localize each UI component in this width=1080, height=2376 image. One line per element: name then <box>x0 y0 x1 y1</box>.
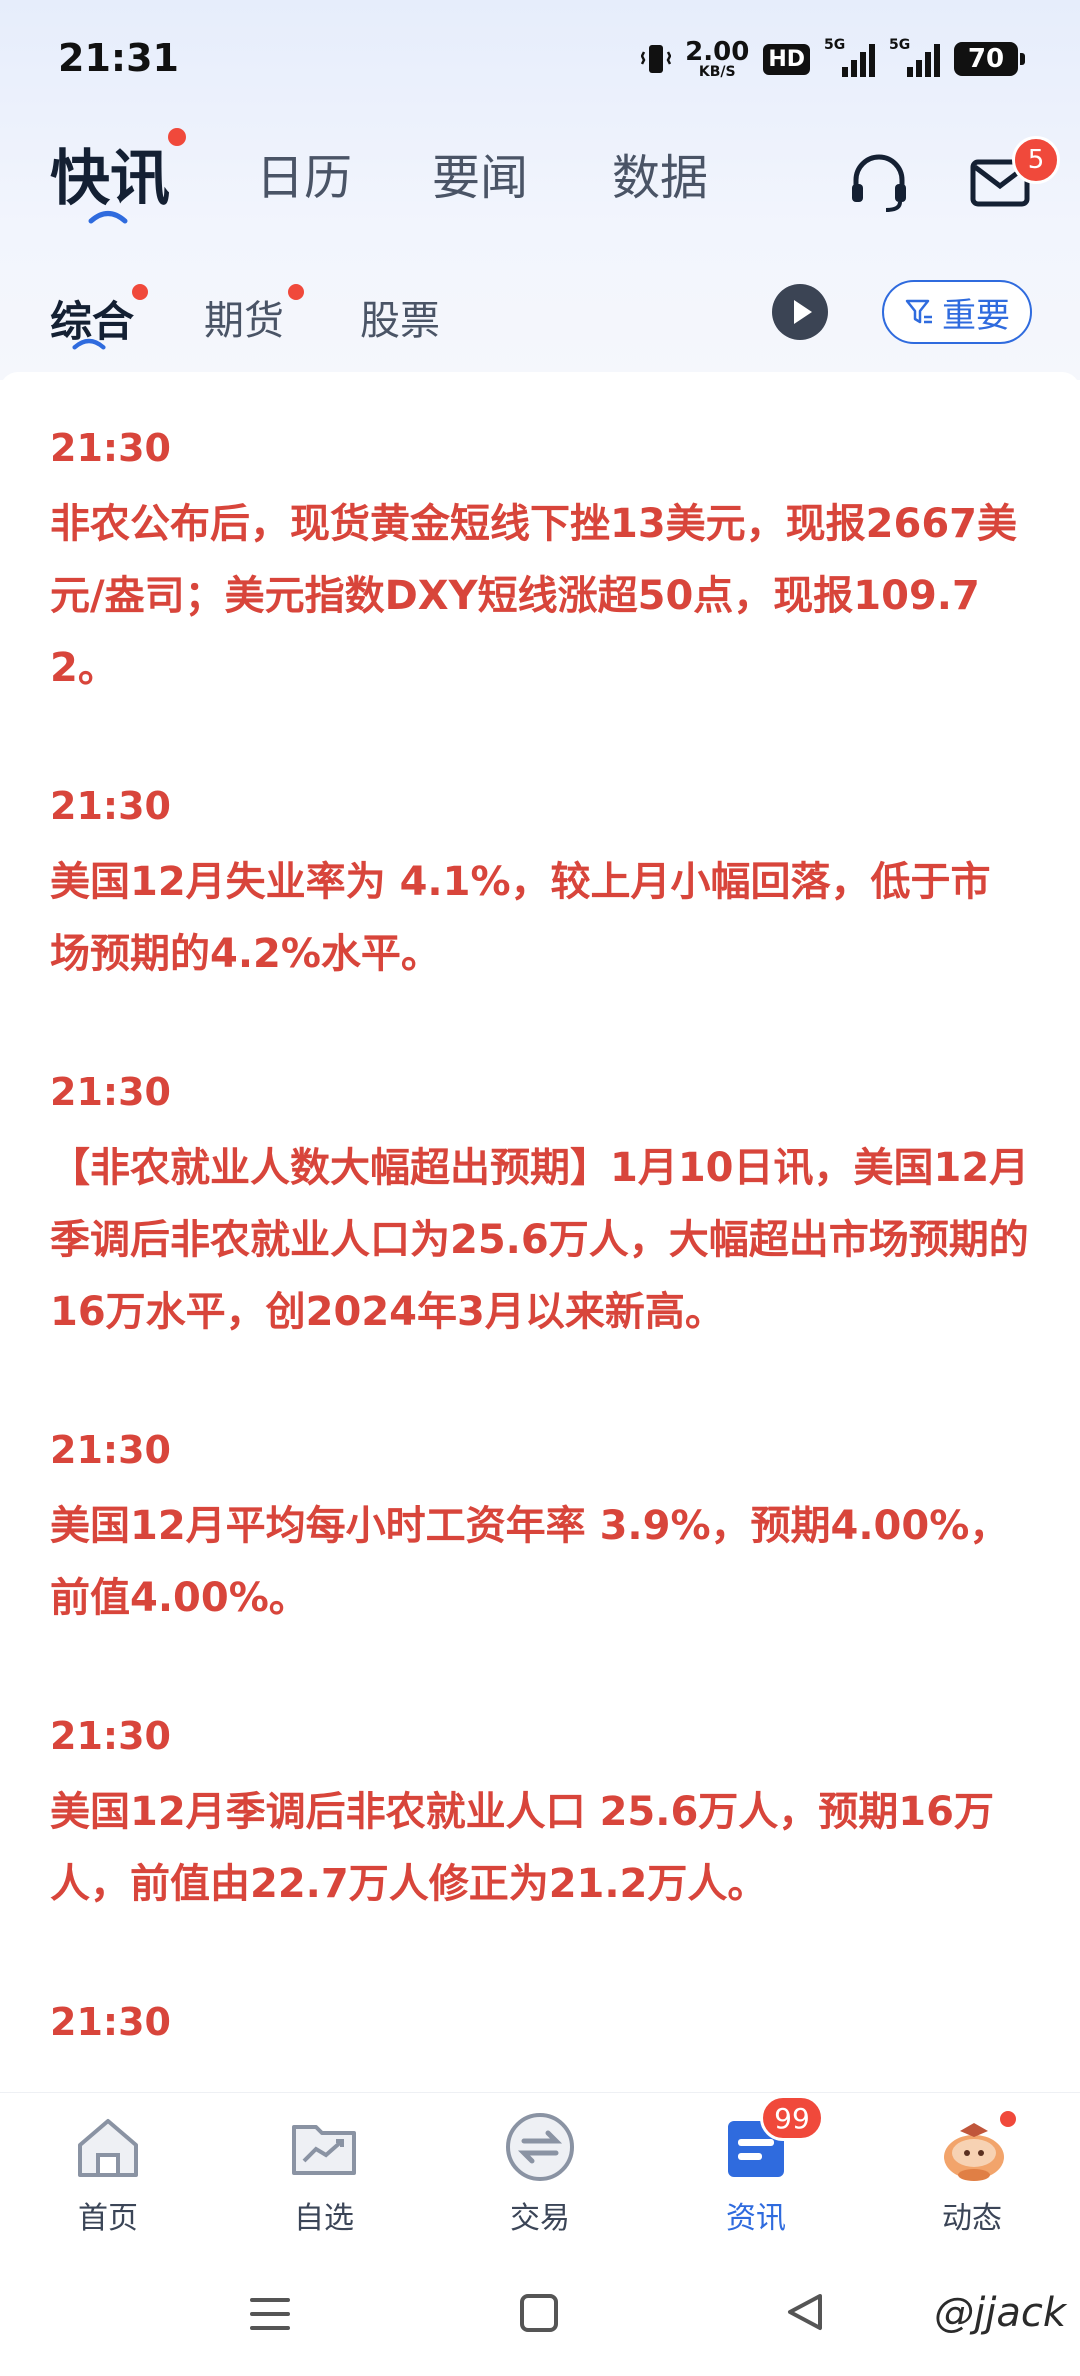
tab-shuju[interactable]: 数据 <box>612 138 708 208</box>
news-time: 21:30 <box>50 1070 171 1114</box>
mail-badge: 5 <box>1012 136 1060 184</box>
filter-icon <box>905 299 932 324</box>
status-time: 21:31 <box>58 36 179 80</box>
news-item[interactable]: 21:30 【非农就业人数大幅超出预期】1月10日讯，美国12月季调后非农就业人… <box>0 1068 1080 1348</box>
important-filter-button[interactable]: 重要 <box>882 280 1032 344</box>
customer-service-button[interactable] <box>846 150 912 220</box>
news-time: 21:30 <box>50 784 171 828</box>
news-feed[interactable]: 21:30 非农公布后，现货黄金短线下挫13美元，现报2667美元/盎司；美元指… <box>0 372 1080 2092</box>
unread-dot <box>1000 2111 1016 2127</box>
recent-apps-button[interactable] <box>248 2294 292 2338</box>
messages-button[interactable]: 5 <box>968 136 1060 220</box>
news-item[interactable]: 21:30 <box>0 1998 1080 2046</box>
nav-feed[interactable]: 动态 <box>872 2109 1072 2237</box>
news-content: 美国12月季调后非农就业人口 25.6万人，预期16万人，前值由22.7万人修正… <box>50 1789 994 1907</box>
hd-icon: HD <box>763 43 810 75</box>
watermark: @jjack <box>934 2290 1066 2336</box>
news-time: 21:30 <box>50 2000 171 2044</box>
status-bar: 21:31 2.00 KB/S HD 5G 5G 70 <box>0 0 1080 120</box>
nav-home[interactable]: 首页 <box>8 2109 208 2237</box>
news-content: 美国12月平均每小时工资年率 3.9%，预期4.00%，前值4.00%。 <box>50 1503 1010 1621</box>
battery-icon: 70 <box>954 42 1025 76</box>
tab-rili[interactable]: 日历 <box>256 138 352 208</box>
menu-icon <box>250 2298 290 2330</box>
home-system-button[interactable] <box>518 2292 560 2338</box>
news-item[interactable]: 21:30 美国12月失业率为 4.1%，较上月小幅回落，低于市场预期的4.2%… <box>0 782 1080 990</box>
back-triangle-icon <box>788 2294 822 2330</box>
status-icons: 2.00 KB/S HD 5G 5G 70 <box>641 34 1025 84</box>
news-item[interactable]: 21:30 非农公布后，现货黄金短线下挫13美元，现报2667美元/盎司；美元指… <box>0 372 1080 704</box>
exchange-icon <box>506 2113 574 2181</box>
bottom-navigation: 首页 自选 交易 99 资讯 动态 <box>0 2092 1080 2265</box>
watchlist-icon <box>292 2125 356 2175</box>
headset-icon <box>852 154 906 212</box>
tab-yaowen[interactable]: 要闻 <box>432 138 528 208</box>
news-item[interactable]: 21:30 美国12月季调后非农就业人口 25.6万人，预期16万人，前值由22… <box>0 1712 1080 1920</box>
unread-dot <box>168 128 186 146</box>
active-indicator <box>88 211 128 224</box>
unread-dot <box>132 284 148 300</box>
vibrate-icon <box>641 45 672 73</box>
system-navigation-bar <box>0 2264 1080 2376</box>
square-icon <box>520 2294 558 2332</box>
news-item[interactable]: 21:30 美国12月平均每小时工资年率 3.9%，预期4.00%，前值4.00… <box>0 1426 1080 1634</box>
home-icon <box>78 2119 138 2177</box>
news-badge: 99 <box>760 2095 824 2141</box>
news-time: 21:30 <box>50 1714 171 1758</box>
unread-dot <box>288 284 304 300</box>
news-content: 非农公布后，现货黄金短线下挫13美元，现报2667美元/盎司；美元指数DXY短线… <box>50 501 1017 691</box>
signal-icon-sim1: 5G <box>824 37 875 77</box>
news-content: 【非农就业人数大幅超出预期】1月10日讯，美国12月季调后非农就业人口为25.6… <box>50 1145 1030 1335</box>
active-indicator <box>72 338 106 350</box>
news-time: 21:30 <box>50 426 171 470</box>
nav-news[interactable]: 99 资讯 <box>656 2095 856 2237</box>
news-content: 美国12月失业率为 4.1%，较上月小幅回落，低于市场预期的4.2%水平。 <box>50 859 991 977</box>
network-speed: 2.00 KB/S <box>685 37 750 80</box>
tab-kuaixun[interactable]: 快讯 <box>50 128 186 224</box>
subtab-gupiao[interactable]: 股票 <box>360 288 440 346</box>
nav-watchlist[interactable]: 自选 <box>224 2109 424 2237</box>
back-button[interactable] <box>782 2290 826 2338</box>
play-icon <box>772 284 828 340</box>
nav-trade[interactable]: 交易 <box>440 2109 640 2237</box>
subtab-zonghe[interactable]: 综合 <box>50 284 148 350</box>
play-audio-button[interactable] <box>770 282 830 346</box>
filter-label: 重要 <box>942 295 1010 336</box>
subtab-qihuo[interactable]: 期货 <box>204 284 304 346</box>
signal-icon-sim2: 5G <box>889 37 940 77</box>
news-time: 21:30 <box>50 1428 171 1472</box>
